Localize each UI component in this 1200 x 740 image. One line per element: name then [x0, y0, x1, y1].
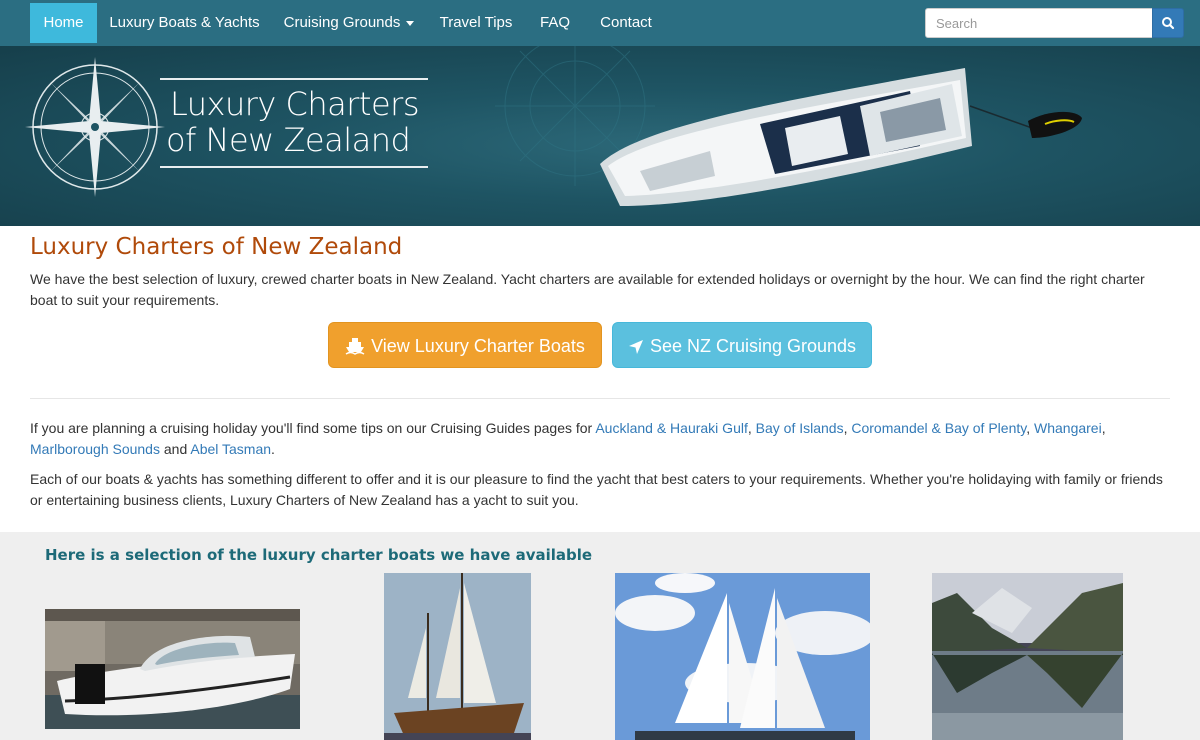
search-icon [1162, 17, 1175, 30]
banner-rule-top [160, 78, 428, 80]
view-charter-boats-button[interactable]: View Luxury Charter Boats [328, 322, 602, 368]
search-input[interactable] [925, 8, 1153, 38]
boat-image-classic-ketch[interactable] [384, 573, 531, 740]
banner-rule-bottom [160, 166, 428, 168]
fiord-photo [932, 573, 1123, 740]
guides-period: . [271, 441, 275, 457]
link-abel-tasman[interactable]: Abel Tasman [190, 441, 271, 457]
nav-travel-tips[interactable]: Travel Tips [430, 3, 522, 43]
page-title: Luxury Charters of New Zealand [30, 234, 403, 260]
link-marlborough-sounds[interactable]: Marlborough Sounds [30, 441, 160, 457]
view-charter-boats-label: View Luxury Charter Boats [371, 336, 585, 356]
chevron-down-icon [406, 20, 415, 26]
intro-paragraph: We have the best selection of luxury, cr… [30, 271, 1145, 308]
nav-contact[interactable]: Contact [590, 3, 662, 43]
cruising-guides-paragraph: If you are planning a cruising holiday y… [30, 420, 1106, 457]
selection-title: Here is a selection of the luxury charte… [45, 546, 593, 564]
guides-prefix-text: If you are planning a cruising holiday y… [30, 420, 593, 436]
navbar: Home Luxury Boats & Yachts Cruising Grou… [0, 0, 1200, 46]
banner-title-line2: of New Zealand [166, 121, 411, 159]
boat-image-sailing-yacht[interactable] [615, 573, 870, 740]
location-arrow-icon [628, 340, 643, 354]
speedboat-photo [45, 609, 300, 729]
link-coromandel[interactable]: Coromandel & Bay of Plenty [851, 420, 1026, 436]
boat-selection-section: Here is a selection of the luxury charte… [0, 532, 1200, 740]
nav-cruising-label: Cruising Grounds [283, 14, 401, 31]
hero-banner: Luxury Charters of New Zealand [0, 46, 1200, 226]
link-whangarei[interactable]: Whangarei [1034, 420, 1102, 436]
banner-logo-title: Luxury Charters of New Zealand [166, 85, 419, 158]
compass-rose-icon [25, 57, 165, 197]
ketch-photo [384, 573, 531, 740]
nav-luxury-boats[interactable]: Luxury Boats & Yachts [102, 3, 267, 43]
boat-image-fiord-cruise[interactable] [932, 573, 1123, 740]
boat-image-speedboat[interactable] [45, 609, 300, 729]
search-button[interactable] [1152, 8, 1184, 38]
nav-cruising-grounds[interactable]: Cruising Grounds [274, 3, 424, 43]
see-cruising-grounds-button[interactable]: See NZ Cruising Grounds [612, 322, 872, 368]
see-cruising-grounds-label: See NZ Cruising Grounds [649, 336, 857, 356]
guides-and-text: and [163, 441, 188, 457]
divider [30, 398, 1170, 399]
yacht-aerial-image [600, 68, 1082, 206]
nav-faq[interactable]: FAQ [530, 3, 580, 43]
banner-title-line1: Luxury Charters [170, 85, 419, 123]
ship-icon [345, 338, 365, 355]
link-bay-of-islands[interactable]: Bay of Islands [756, 420, 844, 436]
link-auckland-hauraki[interactable]: Auckland & Hauraki Gulf [595, 420, 748, 436]
boats-description-paragraph: Each of our boats & yachts has something… [30, 471, 1163, 508]
nav-home[interactable]: Home [30, 3, 97, 43]
sailing-yacht-photo [615, 573, 870, 740]
